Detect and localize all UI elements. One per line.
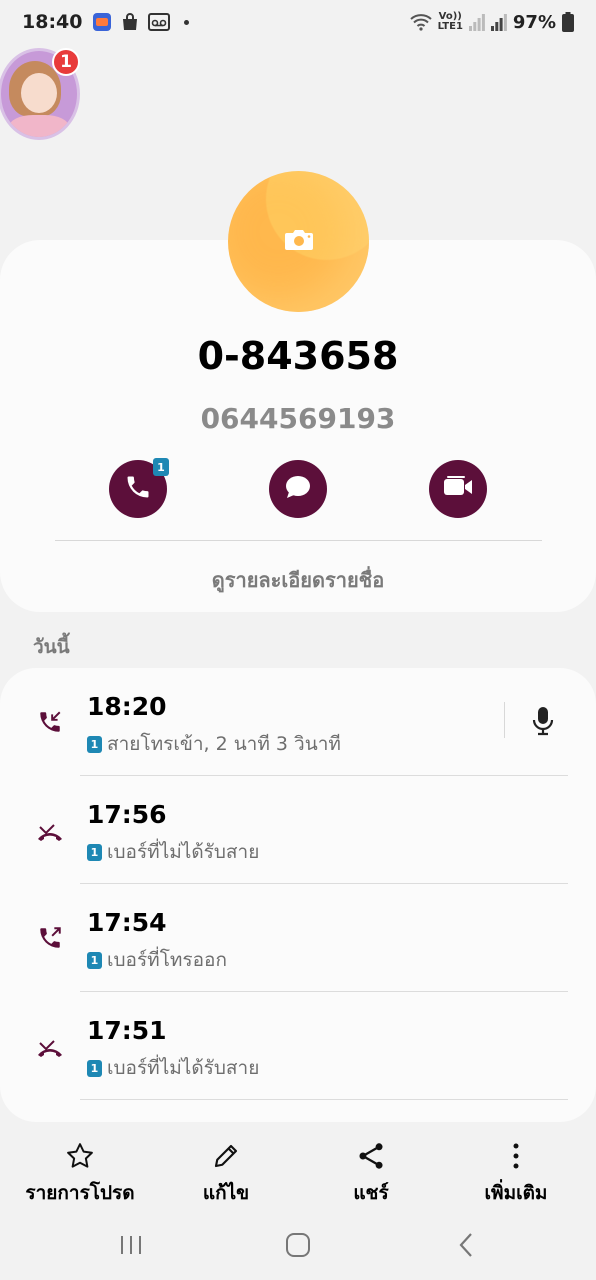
- call-history-list: 18:20 1 สายโทรเข้า, 2 นาที 3 วินาที 17:5…: [0, 668, 596, 1122]
- star-icon: [65, 1138, 95, 1174]
- floating-chat-bubble[interactable]: 1: [0, 48, 82, 140]
- divider: [55, 540, 542, 541]
- edit-button[interactable]: แก้ไข: [156, 1130, 296, 1210]
- favorites-label: รายการโปรด: [25, 1182, 135, 1204]
- phone-icon: [124, 473, 152, 505]
- back-icon: [459, 1233, 472, 1257]
- wifi-icon: [409, 13, 432, 31]
- sim-badge: 1: [87, 1059, 102, 1077]
- outgoing-call-icon: [36, 924, 64, 952]
- signal-2-icon: [490, 13, 507, 31]
- status-bar: 18:40 Vo)) LTE1 97%: [0, 0, 596, 44]
- call-time: 17:51: [87, 1016, 167, 1045]
- edit-label: แก้ไข: [202, 1182, 250, 1204]
- call-description: สายโทรเข้า, 2 นาที 3 วินาที: [107, 733, 341, 755]
- sim-badge: 1: [87, 951, 102, 969]
- history-section-label: วันนี้: [33, 636, 70, 658]
- notification-icons: [92, 12, 190, 32]
- system-navigation-bar: [0, 1210, 596, 1280]
- recents-icon: [121, 1236, 141, 1254]
- battery-icon: [562, 12, 574, 32]
- shopping-bag-icon: [120, 12, 140, 32]
- more-options-button[interactable]: เพิ่มเติม: [446, 1130, 586, 1210]
- back-button[interactable]: [446, 1228, 486, 1262]
- separator: [504, 702, 505, 738]
- voicemail-icon: [148, 12, 171, 32]
- volte-icon: Vo)) LTE1: [437, 11, 463, 32]
- call-time: 17:54: [87, 908, 167, 937]
- video-call-button[interactable]: [429, 460, 487, 518]
- contact-name: 0-843658: [197, 334, 399, 378]
- missed-call-icon: [36, 816, 64, 844]
- recording-mic-icon[interactable]: [530, 706, 556, 736]
- signal-1-icon: [468, 13, 485, 31]
- more-notifications-dot: [184, 19, 190, 25]
- notification-badge: 1: [52, 48, 80, 76]
- more-vertical-icon: [512, 1138, 520, 1174]
- status-right: Vo)) LTE1 97%: [409, 11, 574, 33]
- recent-apps-button[interactable]: [111, 1228, 151, 1262]
- missed-call-icon: [36, 1032, 64, 1060]
- contact-number: 0644569193: [200, 402, 396, 435]
- sim-badge: 1: [87, 735, 102, 753]
- share-button[interactable]: แชร์: [301, 1130, 441, 1210]
- call-button[interactable]: 1: [109, 458, 169, 518]
- call-log-row[interactable]: 17:51 1 เบอร์ที่ไม่ได้รับสาย: [0, 992, 596, 1100]
- share-label: แชร์: [353, 1182, 389, 1204]
- view-contact-details-link[interactable]: ดูรายละเอียดรายชื่อ: [0, 564, 596, 596]
- call-log-row[interactable]: 17:54 1 เบอร์ที่โทรออก: [0, 884, 596, 992]
- pencil-icon: [211, 1138, 241, 1174]
- app-notification-icon: [92, 12, 112, 32]
- sim-badge: 1: [153, 458, 169, 476]
- camera-icon: [284, 228, 314, 256]
- share-icon: [357, 1138, 385, 1174]
- sim-badge: 1: [87, 843, 102, 861]
- favorites-button[interactable]: รายการโปรด: [10, 1130, 150, 1210]
- call-log-row[interactable]: 17:56 1 เบอร์ที่ไม่ได้รับสาย: [0, 776, 596, 884]
- call-time: 17:56: [87, 800, 167, 829]
- message-icon: [284, 474, 312, 504]
- call-log-row[interactable]: 18:20 1 สายโทรเข้า, 2 นาที 3 วินาที: [0, 668, 596, 776]
- home-icon: [286, 1233, 310, 1257]
- call-description: เบอร์ที่โทรออก: [107, 949, 227, 971]
- status-time: 18:40: [22, 11, 83, 33]
- battery-percent: 97%: [512, 11, 556, 33]
- call-description: เบอร์ที่ไม่ได้รับสาย: [107, 841, 260, 863]
- incoming-call-icon: [36, 708, 64, 736]
- call-description: เบอร์ที่ไม่ได้รับสาย: [107, 1057, 260, 1079]
- home-button[interactable]: [278, 1228, 318, 1262]
- add-photo-button[interactable]: [228, 171, 369, 312]
- video-camera-icon: [442, 475, 474, 503]
- more-label: เพิ่มเติม: [484, 1182, 548, 1204]
- call-time: 18:20: [87, 692, 167, 721]
- bottom-action-bar: รายการโปรด แก้ไข แชร์ เพิ่มเติม: [0, 1130, 596, 1210]
- message-button[interactable]: [269, 460, 327, 518]
